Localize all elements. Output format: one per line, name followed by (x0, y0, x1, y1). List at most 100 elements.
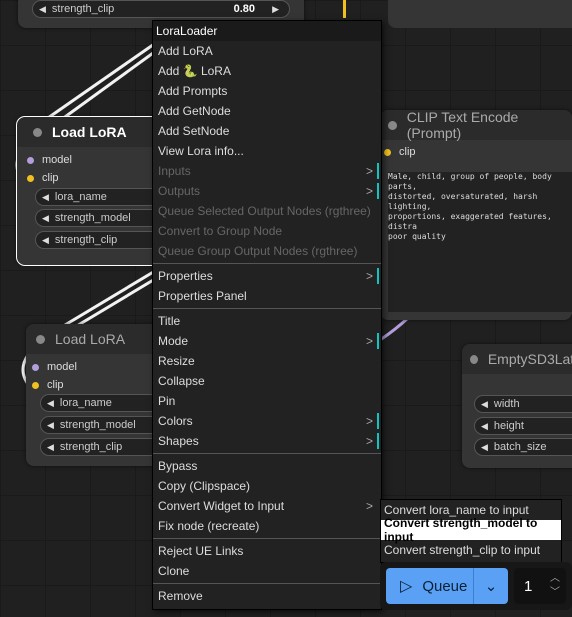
queue-count-input[interactable]: 1 ︿ ﹀ (514, 568, 566, 604)
menu-item-label: Properties (158, 269, 213, 283)
node-title: Load LoRA (52, 124, 127, 140)
queue-button[interactable]: ▷ Queue ⌄ (386, 568, 508, 604)
queue-count-value: 1 (524, 577, 533, 595)
menu-item-label: Convert Widget to Input (158, 499, 285, 513)
menu-item-pin[interactable]: Pin (153, 391, 381, 411)
node-title-bar[interactable]: CLIP Text Encode (Prompt) (380, 109, 572, 141)
height-widget[interactable]: ◀ height (474, 417, 572, 435)
node-title-bar[interactable]: EmptySD3Late (462, 344, 572, 374)
submenu-item-convert-strength-model[interactable]: Convert strength_model to input (381, 516, 561, 544)
strength-clip-widget-top[interactable]: ◀ strength_clip 0.80 ▶ (32, 0, 290, 18)
menu-item-clone[interactable]: Clone (153, 561, 381, 581)
menu-item-properties-panel[interactable]: Properties Panel (153, 286, 381, 306)
widget-label: width (493, 398, 520, 410)
menu-item-properties[interactable]: Properties > (153, 266, 381, 286)
submenu-indicator (377, 183, 379, 199)
node-title-bar[interactable]: Load LoRA (26, 324, 166, 354)
model-dot-icon (27, 156, 34, 164)
menu-item-add-setnode[interactable]: Add SetNode (153, 121, 381, 141)
collapse-dot-icon[interactable] (33, 127, 42, 137)
spinner-arrows-icon[interactable]: ︿ ﹀ (550, 572, 560, 600)
decrement-arrow-icon[interactable]: ◀ (42, 192, 49, 203)
clip-dot-icon (384, 148, 391, 156)
decrement-arrow-icon[interactable]: ◀ (481, 399, 488, 410)
menu-item-outputs[interactable]: Outputs > (153, 181, 381, 201)
menu-item-reject-ue-links[interactable]: Reject UE Links (153, 541, 381, 561)
menu-item-collapse[interactable]: Collapse (153, 371, 381, 391)
chevron-down-icon[interactable]: ⌄ (473, 568, 508, 604)
load-lora-node-1[interactable]: Load LoRA model clip ◀ lora_name m ◀ str… (16, 116, 175, 266)
submenu-arrow-icon: > (365, 414, 373, 428)
decrement-arrow-icon[interactable]: ◀ (42, 213, 49, 224)
menu-item-title[interactable]: Title (153, 311, 381, 331)
prompt-textarea[interactable]: Male, child, group of people, body parts… (388, 172, 572, 312)
menu-item-label: Mode (158, 334, 189, 348)
menu-item-queue-selected-output[interactable]: Queue Selected Output Nodes (rgthree) (153, 201, 381, 221)
menu-item-add-lora[interactable]: Add LoRA (153, 41, 381, 61)
submenu-arrow-icon: > (365, 184, 373, 198)
queue-label: Queue (422, 577, 468, 595)
collapse-dot-icon[interactable] (470, 354, 478, 364)
width-widget[interactable]: ◀ width (474, 395, 572, 413)
widget-label: strength_clip (59, 441, 123, 453)
menu-item-convert-to-group[interactable]: Convert to Group Node (153, 221, 381, 241)
submenu-indicator (377, 163, 379, 179)
menu-item-mode[interactable]: Mode > (153, 331, 381, 351)
menu-item-add-getnode[interactable]: Add GetNode (153, 101, 381, 121)
submenu-arrow-icon: > (365, 434, 373, 448)
menu-item-inputs[interactable]: Inputs > (153, 161, 381, 181)
decrement-arrow-icon[interactable]: ◀ (481, 442, 488, 453)
submenu-item-convert-strength-clip[interactable]: Convert strength_clip to input (381, 540, 561, 560)
menu-item-queue-group-output[interactable]: Queue Group Output Nodes (rgthree) (153, 241, 381, 261)
decrement-arrow-icon[interactable]: ◀ (42, 235, 49, 246)
top-right-node-fragment (388, 0, 572, 28)
clip-dot-icon (32, 381, 39, 389)
input-slot-model[interactable]: model (27, 154, 72, 166)
menu-item-colors[interactable]: Colors > (153, 411, 381, 431)
submenu-indicator (377, 413, 379, 429)
menu-item-fix-node[interactable]: Fix node (recreate) (153, 516, 381, 536)
menu-item-shapes[interactable]: Shapes > (153, 431, 381, 451)
decrement-arrow-icon[interactable]: ◀ (47, 420, 54, 431)
menu-separator (153, 538, 381, 539)
decrement-arrow-icon[interactable]: ◀ (47, 398, 54, 409)
increment-arrow-icon[interactable]: ▶ (272, 4, 279, 15)
menu-item-label: Outputs (158, 184, 201, 198)
slot-label: model (47, 361, 77, 373)
queue-bar: ▷ Queue ⌄ 1 ︿ ﹀ (380, 562, 572, 610)
menu-item-add-snake-lora[interactable]: Add 🐍 LoRA (153, 61, 381, 81)
menu-item-bypass[interactable]: Bypass (153, 456, 381, 476)
widget-label: strength_model (54, 212, 131, 224)
input-slot-clip[interactable]: clip (384, 146, 416, 158)
menu-item-copy-clipspace[interactable]: Copy (Clipspace) (153, 476, 381, 496)
node-title: EmptySD3Late (487, 351, 572, 367)
widget-label: lora_name (59, 397, 112, 409)
widget-label: strength_clip (54, 234, 118, 246)
menu-item-convert-widget-to-input[interactable]: Convert Widget to Input > (153, 496, 381, 516)
node-title-bar[interactable]: Load LoRA (17, 117, 167, 147)
input-slot-model[interactable]: model (32, 361, 77, 373)
menu-item-remove[interactable]: Remove (153, 586, 381, 606)
yellow-wire-top (343, 0, 346, 18)
menu-item-label: Colors (158, 414, 193, 428)
menu-separator (153, 583, 381, 584)
widget-label: height (493, 420, 524, 432)
batch-size-widget[interactable]: ◀ batch_size (474, 438, 572, 456)
node-title: Load LoRA (55, 331, 126, 347)
widget-label: strength_model (59, 419, 136, 431)
input-slot-clip[interactable]: clip (27, 172, 59, 184)
convert-widget-submenu: Convert lora_name to input Convert stren… (380, 499, 562, 563)
menu-item-resize[interactable]: Resize (153, 351, 381, 371)
decrement-arrow-icon[interactable]: ◀ (481, 421, 488, 432)
menu-item-view-lora-info[interactable]: View Lora info... (153, 141, 381, 161)
menu-item-add-prompts[interactable]: Add Prompts (153, 81, 381, 101)
empty-latent-node[interactable]: EmptySD3Late ◀ width ◀ height ◀ batch_si… (462, 344, 572, 468)
collapse-dot-icon[interactable] (388, 120, 397, 130)
input-slot-clip[interactable]: clip (32, 379, 64, 391)
collapse-dot-icon[interactable] (36, 334, 45, 344)
decrement-arrow-icon[interactable]: ◀ (47, 442, 54, 453)
load-lora-node-2[interactable]: Load LoRA model clip ◀ lora_name m ◀ str… (26, 324, 180, 466)
clip-dot-icon (27, 174, 34, 182)
play-icon: ▷ (400, 578, 413, 595)
decrement-arrow-icon[interactable]: ◀ (39, 4, 46, 15)
